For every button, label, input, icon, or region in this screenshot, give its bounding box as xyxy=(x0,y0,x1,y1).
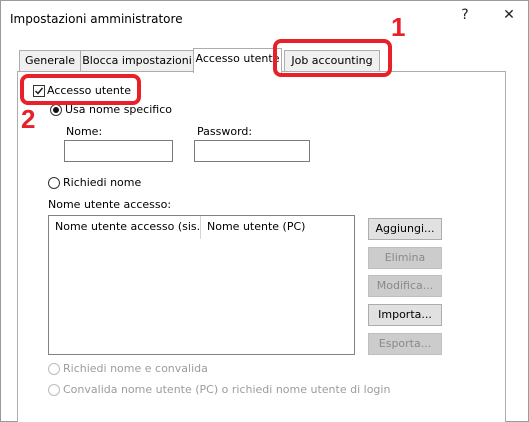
richiedi-nome-label: Richiedi nome xyxy=(63,176,142,189)
convalida-nome-utente-label: Convalida nome utente (PC) o richiedi no… xyxy=(63,383,391,396)
convalida-nome-utente-radio[interactable] xyxy=(48,384,60,396)
nome-utente-accesso-label: Nome utente accesso: xyxy=(48,198,172,211)
accesso-utente-checkbox[interactable] xyxy=(33,85,45,97)
esporta-button[interactable]: Esporta... xyxy=(368,333,442,355)
step-2-number: 2 xyxy=(21,104,36,134)
tab-generale[interactable]: Generale xyxy=(19,50,81,72)
importa-button[interactable]: Importa... xyxy=(368,304,442,326)
tab-accesso-utente[interactable]: Accesso utente xyxy=(193,48,282,73)
dialog-title: Impostazioni amministratore xyxy=(10,12,183,26)
password-input[interactable] xyxy=(194,140,310,162)
modifica-button[interactable]: Modifica... xyxy=(368,275,442,297)
tab-blocca-impostazioni[interactable]: Blocca impostazioni xyxy=(80,50,194,72)
step-1-number: 1 xyxy=(391,12,406,42)
column-header-login-name[interactable]: Nome utente accesso (sis... xyxy=(49,216,201,239)
richiedi-nome-convalida-label: Richiedi nome e convalida xyxy=(63,362,208,375)
radio-selected-dot xyxy=(53,107,59,113)
usa-nome-specifico-label: Usa nome specifico xyxy=(65,103,172,116)
password-label: Password: xyxy=(197,125,253,138)
user-list[interactable]: Nome utente accesso (sis... Nome utente … xyxy=(48,215,355,355)
nome-input[interactable] xyxy=(64,140,173,162)
tab-job-accounting[interactable]: Job accounting xyxy=(284,50,380,72)
richiedi-nome-convalida-radio[interactable] xyxy=(48,363,60,375)
checkmark-icon xyxy=(35,87,44,95)
richiedi-nome-radio[interactable] xyxy=(48,177,60,189)
accesso-utente-label: Accesso utente xyxy=(47,84,131,97)
nome-label: Nome: xyxy=(66,125,103,138)
column-header-pc-user-name[interactable]: Nome utente (PC) xyxy=(201,216,354,239)
usa-nome-specifico-radio[interactable] xyxy=(50,104,62,116)
help-button[interactable]: ? xyxy=(455,7,475,23)
close-icon[interactable]: ✕ xyxy=(499,7,519,23)
admin-settings-dialog: Impostazioni amministratore ? ✕ Generale… xyxy=(0,0,529,422)
elimina-button[interactable]: Elimina xyxy=(368,247,442,269)
aggiungi-button[interactable]: Aggiungi... xyxy=(368,218,442,240)
